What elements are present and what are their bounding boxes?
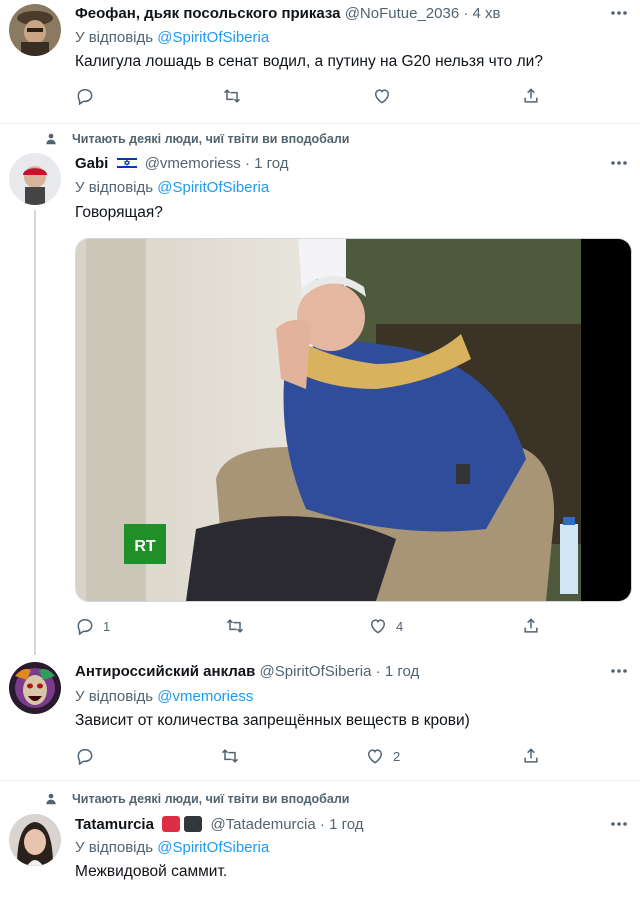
reply-icon [77, 618, 93, 636]
share-icon [524, 88, 538, 103]
share-button[interactable] [521, 86, 541, 106]
reply-context: У відповідь @SpiritOfSiberia [75, 839, 270, 856]
reply-count: 1 [103, 618, 111, 634]
tweet-actions: 2 [75, 746, 545, 768]
tweet-actions: 1 4 [75, 616, 545, 638]
tweet-header: Феофан, дьяк посольского приказа @NoFutu… [75, 5, 501, 22]
more-options-icon[interactable] [610, 10, 628, 16]
tweet-media-image[interactable]: RT [75, 238, 632, 602]
retweet-icon [226, 619, 244, 633]
black-square-emoji-icon [184, 816, 203, 832]
reply-icon [77, 88, 93, 106]
share-icon [524, 618, 538, 633]
reply-icon [77, 748, 93, 766]
heart-icon [370, 619, 386, 634]
person-icon [46, 793, 56, 805]
reply-context: У відповідь @vmemoriess [75, 688, 254, 705]
share-icon [524, 748, 538, 763]
tweet-header: Антироссийский анклав @SpiritOfSiberia ·… [75, 663, 420, 680]
avatar[interactable] [9, 153, 61, 205]
like-button[interactable] [372, 86, 400, 106]
tweet-text: Калигула лошадь в сенат водил, а путину … [75, 53, 543, 70]
display-name[interactable]: Tatamurcia [75, 816, 154, 833]
tweet-text: Говорящая? [75, 204, 163, 221]
timestamp[interactable]: 4 хв [473, 5, 501, 22]
display-name[interactable]: Gabi [75, 155, 108, 172]
social-context: Читають деякі люди, чиї твіти ви вподоба… [44, 792, 349, 806]
heart-square-emoji-icon [162, 816, 181, 832]
avatar[interactable] [9, 662, 61, 714]
retweet-icon [223, 89, 241, 103]
timestamp[interactable]: 1 год [254, 155, 288, 172]
reply-to-link[interactable]: @SpiritOfSiberia [157, 29, 269, 46]
reply-to-link[interactable]: @vmemoriess [157, 688, 253, 705]
handle[interactable]: @Tatademurcia [210, 816, 315, 833]
like-button[interactable]: 2 [365, 746, 400, 766]
reply-to-link[interactable]: @SpiritOfSiberia [157, 839, 269, 856]
retweet-button[interactable] [225, 616, 253, 636]
reply-context: У відповідь @SpiritOfSiberia [75, 29, 270, 46]
handle[interactable]: @SpiritOfSiberia [260, 663, 372, 680]
tweet-header: Tatamurcia @Tatademurcia · 1 год [75, 816, 364, 833]
handle[interactable]: @vmemoriess [145, 155, 241, 172]
like-button[interactable]: 4 [368, 616, 403, 636]
reply-button[interactable]: 1 [75, 616, 110, 636]
timestamp[interactable]: 1 год [329, 816, 363, 833]
share-button[interactable] [521, 616, 541, 636]
tweet-text: Межвидовой саммит. [75, 863, 228, 880]
display-name[interactable]: Антироссийский анклав [75, 663, 255, 680]
reply-context: У відповідь @SpiritOfSiberia [75, 179, 270, 196]
heart-icon [374, 89, 390, 104]
like-count: 2 [393, 748, 401, 764]
reply-to-link[interactable]: @SpiritOfSiberia [157, 179, 269, 196]
retweet-button[interactable] [222, 86, 250, 106]
retweet-button[interactable] [220, 746, 248, 766]
more-options-icon[interactable] [610, 160, 628, 166]
reply-button[interactable] [75, 746, 103, 766]
tweet-text: Зависит от количества запрещённых вещест… [75, 712, 470, 729]
israel-flag-icon [116, 155, 137, 176]
reply-button[interactable] [75, 86, 103, 106]
heart-icon [367, 749, 383, 764]
rt-logo: RT [134, 538, 156, 555]
more-options-icon[interactable] [610, 668, 628, 674]
display-name[interactable]: Феофан, дьяк посольского приказа [75, 5, 341, 22]
social-context: Читають деякі люди, чиї твіти ви вподоба… [44, 132, 349, 146]
timestamp[interactable]: 1 год [385, 663, 419, 680]
avatar[interactable] [9, 4, 61, 56]
more-options-icon[interactable] [610, 821, 628, 827]
tweet-header: Gabi @vmemoriess · 1 год [75, 154, 289, 176]
share-button[interactable] [521, 746, 541, 766]
retweet-icon [221, 749, 239, 763]
person-icon [46, 133, 56, 145]
divider [0, 123, 640, 124]
thread-line [34, 210, 36, 655]
divider [0, 780, 640, 781]
avatar[interactable] [9, 814, 61, 866]
like-count: 4 [396, 618, 404, 634]
tweet-actions [75, 86, 545, 108]
handle[interactable]: @NoFutue_2036 [345, 5, 459, 22]
